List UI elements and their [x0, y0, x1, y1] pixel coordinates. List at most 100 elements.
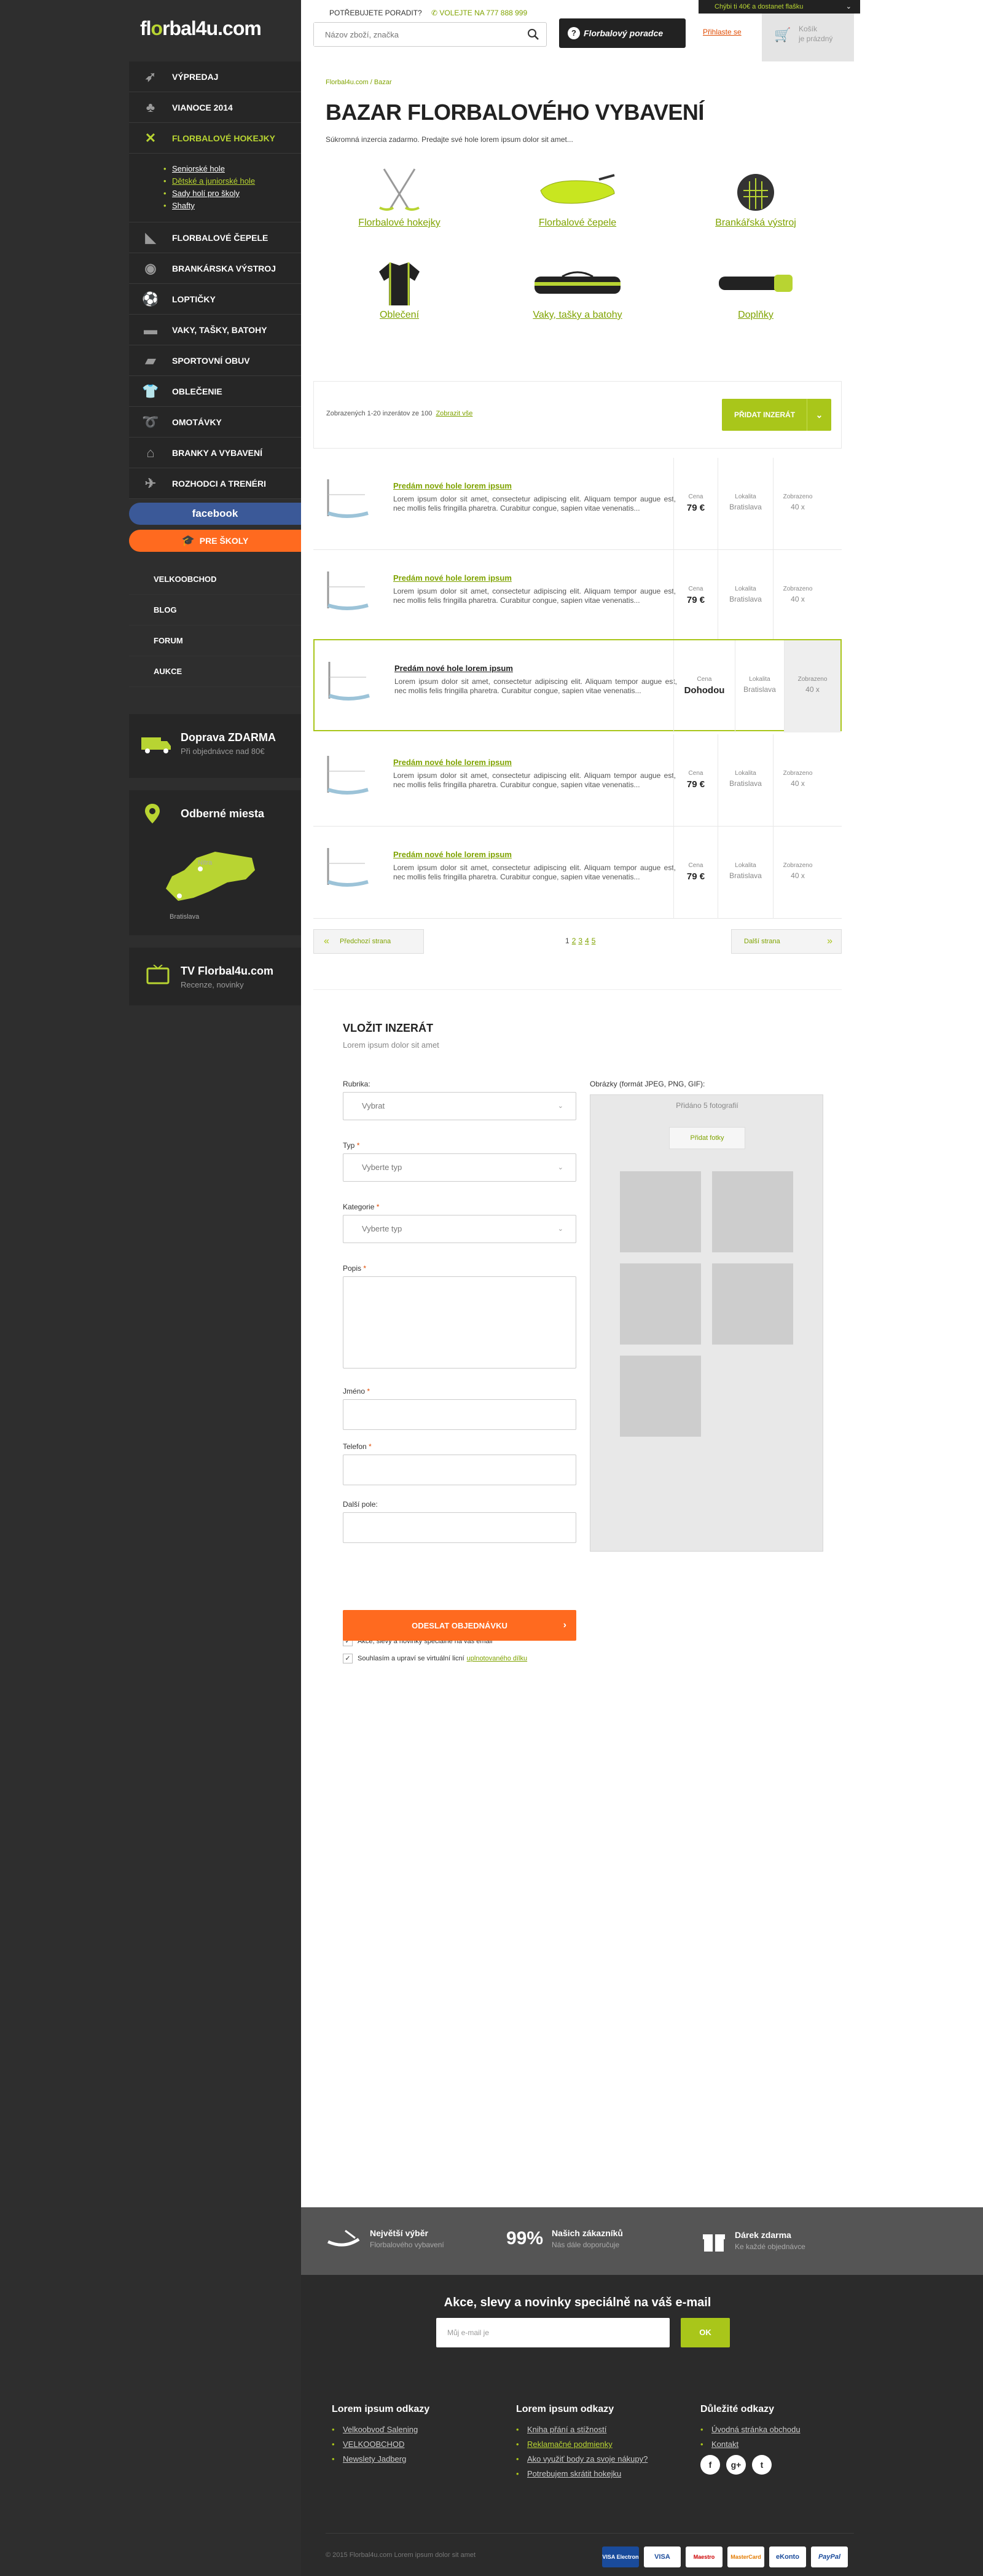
page-number[interactable]: 5 — [592, 937, 596, 945]
listing-item[interactable]: Predám nové hole lorem ipsum Lorem ipsum… — [313, 458, 842, 550]
show-all-link[interactable]: Zobrazit vše — [436, 410, 472, 417]
tv-promo[interactable]: TV Florbal4u.com Recenze, novinky — [129, 948, 301, 1005]
submit-button[interactable]: ODESLAT OBJEDNÁVKU › — [343, 1610, 576, 1641]
listing-item[interactable]: Predám nové hole lorem ipsum Lorem ipsum… — [313, 550, 842, 642]
image-slot[interactable] — [620, 1356, 701, 1437]
search-icon[interactable] — [527, 28, 540, 41]
subnav-item[interactable]: Sady holí pro školy — [163, 189, 301, 198]
sidebar-item-shoes[interactable]: ▰ SPORTOVNÍ OBUV — [129, 345, 301, 376]
sidebar-item-balls[interactable]: ⚽ LOPTIČKY — [129, 284, 301, 315]
subnav-item[interactable]: Shafty — [163, 201, 301, 210]
advisor-button[interactable]: ? Florbalový poradce — [559, 18, 686, 48]
sidebar-item-christmas[interactable]: ♣ VIANOCE 2014 — [129, 92, 301, 123]
school-button[interactable]: 🎓 PRE ŠKOLY — [129, 530, 301, 552]
sidebar-item-sticks[interactable]: ✕ FLORBALOVÉ HOKEJKY — [129, 123, 301, 154]
image-slot[interactable] — [620, 1171, 701, 1252]
listing-title[interactable]: Predám nové hole lorem ipsum — [393, 573, 512, 583]
footer-link[interactable]: Kontakt — [700, 2440, 801, 2449]
category-blades[interactable]: Florbalové čepele — [504, 166, 651, 229]
sidebar-item-tape[interactable]: ➰ OMOTÁVKY — [129, 407, 301, 438]
category-select[interactable]: Vyberte typ ⌄ — [343, 1215, 576, 1243]
advisor-label: Florbalový poradce — [584, 28, 664, 38]
blade-image — [540, 174, 615, 204]
twitter-icon[interactable]: t — [752, 2455, 772, 2475]
add-listing-button[interactable]: PŘIDAT INZERÁT ⌄ — [722, 399, 831, 431]
views-label: Zobrazeno — [797, 676, 828, 683]
rubric-select[interactable]: Vybrat ⌄ — [343, 1092, 576, 1120]
delivery-title: Doprava ZDARMA — [181, 731, 276, 744]
subnav-item-active[interactable]: Dětské a juniorské hole — [163, 176, 301, 186]
listing-title[interactable]: Predám nové hole lorem ipsum — [393, 758, 512, 767]
image-slot[interactable] — [620, 1263, 701, 1345]
nav-auctions[interactable]: AUKCE — [129, 656, 301, 687]
add-photos-button[interactable]: Přidat fotky — [669, 1127, 745, 1149]
form-subtitle: Lorem ipsum dolor sit amet — [343, 1040, 439, 1050]
category-goalie[interactable]: Brankářská výstroj — [682, 166, 829, 229]
description-textarea[interactable] — [343, 1276, 576, 1368]
logo[interactable]: florbal4u.com — [140, 17, 262, 40]
listing-description: Lorem ipsum dolor sit amet, consectetur … — [393, 771, 676, 789]
footer-link[interactable]: Úvodná stránka obchodu — [700, 2425, 801, 2434]
newsletter-email-input[interactable]: Můj e-mail je — [436, 2318, 670, 2347]
listing-title[interactable]: Predám nové hole lorem ipsum — [393, 850, 512, 859]
footer-link[interactable]: Newslety Jadberg — [332, 2454, 429, 2464]
listing-item[interactable]: Predám nové hole lorem ipsum Lorem ipsum… — [313, 827, 842, 919]
phone-link[interactable]: ✆ VOLEJTE NA 777 888 999 — [431, 9, 527, 17]
google-plus-icon[interactable]: g+ — [726, 2455, 746, 2475]
sidebar-item-sale[interactable]: ➶ VÝPREDAJ — [129, 61, 301, 92]
search-input[interactable] — [314, 23, 511, 46]
listing-title[interactable]: Predám nové hole lorem ipsum — [394, 664, 513, 673]
category-sticks[interactable]: Florbalové hokejky — [326, 166, 473, 229]
checkbox-checked[interactable]: ✓ — [343, 1654, 353, 1663]
image-slot[interactable] — [712, 1171, 793, 1252]
listing-item[interactable]: Predám nové hole lorem ipsum Lorem ipsum… — [313, 734, 842, 827]
footer-link[interactable]: VELKOOBCHOD — [332, 2440, 429, 2449]
terms-link[interactable]: uplnotovaného dílku — [467, 1655, 527, 1662]
listing-title[interactable]: Predám nové hole lorem ipsum — [393, 481, 512, 490]
page-number[interactable]: 4 — [585, 937, 589, 945]
required-mark: * — [369, 1442, 372, 1451]
sidebar-item-blades[interactable]: ◣ FLORBALOVÉ ČEPELE — [129, 222, 301, 253]
facebook-button[interactable]: facebook — [129, 503, 301, 525]
sidebar-item-goals[interactable]: ⌂ BRANKY A VYBAVENÍ — [129, 438, 301, 468]
benefit-recommend: 99% Našich zákazníků Nás dále doporučuje — [506, 2228, 623, 2249]
sidebar-item-referees[interactable]: ✈ ROZHODCI A TRENÉRI — [129, 468, 301, 499]
location-label: Lokalita — [749, 676, 770, 683]
page-number[interactable]: 3 — [578, 937, 582, 945]
category-bags[interactable]: Vaky, tašky a batohy — [504, 258, 651, 321]
next-page-button[interactable]: Další strana » — [731, 929, 842, 954]
nav-forum[interactable]: FORUM — [129, 626, 301, 656]
sidebar-item-bags[interactable]: ▬ VAKY, TAŠKY, BATOHY — [129, 315, 301, 345]
name-field[interactable] — [343, 1399, 576, 1430]
map-label-bratislava: Bratislava — [170, 913, 200, 921]
nav-wholesale[interactable]: VELKOOBCHOD — [129, 564, 301, 595]
footer-link[interactable]: Reklamačné podmienky — [516, 2440, 648, 2449]
previous-page-button[interactable]: « Předchozí strana — [313, 929, 424, 954]
visa-electron-icon: VISA Electron — [602, 2547, 639, 2567]
category-accessories[interactable]: Doplňky — [682, 258, 829, 321]
category-clothing[interactable]: Oblečení — [326, 258, 473, 321]
footer-link[interactable]: Ako využiť body za svoje nákupy? — [516, 2454, 648, 2464]
newsletter-submit-button[interactable]: OK — [681, 2318, 730, 2347]
nav-blog[interactable]: BLOG — [129, 595, 301, 626]
footer-link[interactable]: Velkoobvoď Salening — [332, 2425, 429, 2434]
login-link[interactable]: Přihlaste se — [703, 28, 742, 36]
page-number[interactable]: 2 — [572, 937, 576, 945]
type-select[interactable]: Vyberte typ ⌄ — [343, 1153, 576, 1182]
pickup-points-promo[interactable]: Odberné miesta Nitra Bratislava — [129, 790, 301, 935]
terms-checkbox-row[interactable]: ✓ Souhlasím a upraví se virtuální licní up… — [343, 1654, 527, 1663]
free-delivery-promo[interactable]: Doprava ZDARMA Při objednávce nad 80€ — [129, 714, 301, 778]
facebook-icon[interactable]: f — [700, 2455, 720, 2475]
sidebar-item-clothing[interactable]: 👕 OBLEČENIE — [129, 376, 301, 407]
image-slot[interactable] — [712, 1263, 793, 1345]
other-field[interactable] — [343, 1512, 576, 1543]
sidebar-item-goalie[interactable]: ◉ BRANKÁRSKA VÝSTROJ — [129, 253, 301, 284]
free-gift-banner[interactable]: Chýbi ti 40€ a dostanet flašku ⌄ — [699, 0, 860, 14]
footer-link[interactable]: Kniha přání a stížností — [516, 2425, 648, 2434]
subnav-item[interactable]: Seniorské hole — [163, 164, 301, 173]
phone-field[interactable] — [343, 1455, 576, 1485]
breadcrumb-home[interactable]: Florbal4u.com — [326, 79, 369, 86]
page-number-current[interactable]: 1 — [565, 937, 570, 945]
footer-link[interactable]: Potrebujem skrátit hokejku — [516, 2469, 648, 2478]
listing-item-highlighted[interactable]: Predám nové hole lorem ipsum Lorem ipsum… — [313, 639, 842, 732]
